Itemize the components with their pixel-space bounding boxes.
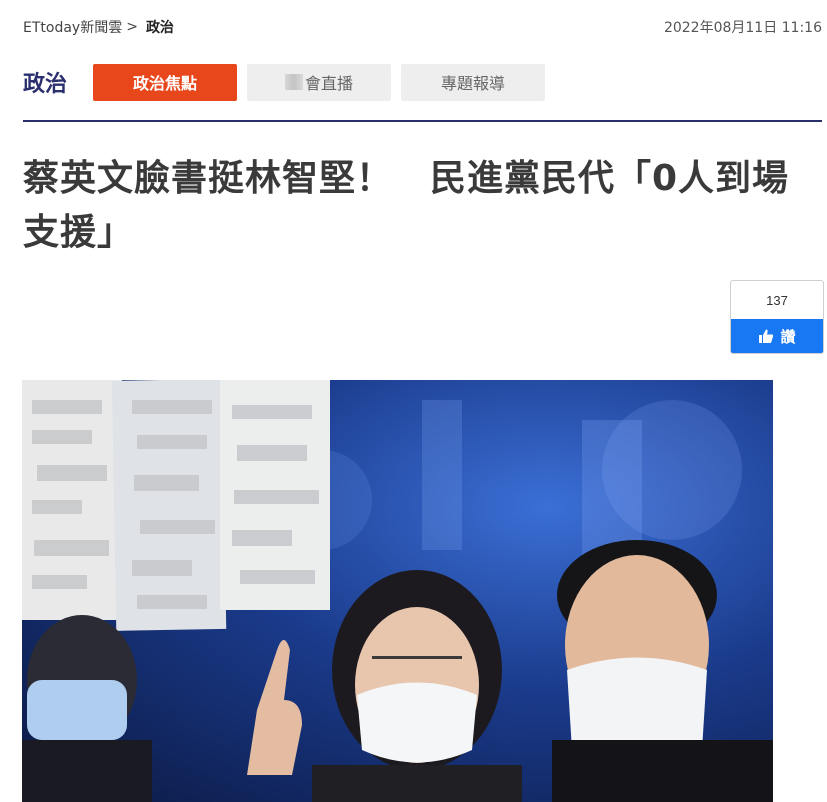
blurred-text-icon <box>284 74 303 90</box>
photo-illustration <box>22 380 773 802</box>
thumbs-up-icon <box>759 329 774 343</box>
section-nav: 政治 政治焦點 會直播 專題報導 <box>23 63 555 101</box>
article-headline: 蔡英文臉書挺林智堅！ 民進黨民代「0人到場支援」 <box>23 158 790 253</box>
article-photo <box>22 380 773 802</box>
tab-special-report[interactable]: 專題報導 <box>401 63 545 101</box>
breadcrumb-separator: > <box>126 19 138 35</box>
breadcrumb: ETtoday新聞雲 > 政治 <box>23 17 174 37</box>
breadcrumb-current-link[interactable]: 政治 <box>146 17 174 37</box>
like-label: 讚 <box>780 327 796 346</box>
tab-label: 會直播 <box>304 74 353 93</box>
tab-politics-focus[interactable]: 政治焦點 <box>93 63 237 101</box>
top-bar: ETtoday新聞雲 > 政治 2022年08月11日 11:16 <box>23 14 822 40</box>
like-count: 137 <box>766 292 788 308</box>
breadcrumb-home-link[interactable]: ETtoday新聞雲 <box>23 17 122 37</box>
blurred-screenshot-panels <box>22 380 330 631</box>
tab-live[interactable]: 會直播 <box>247 63 391 101</box>
section-divider <box>23 120 822 122</box>
tab-label: 專題報導 <box>440 74 505 93</box>
like-button[interactable]: 讚 <box>731 319 823 353</box>
person-man <box>552 540 773 802</box>
section-title[interactable]: 政治 <box>23 66 93 98</box>
publish-datetime: 2022年08月11日 11:16 <box>663 20 822 36</box>
facebook-like-widget: 137 讚 <box>730 280 824 354</box>
tab-label: 政治焦點 <box>132 74 197 93</box>
